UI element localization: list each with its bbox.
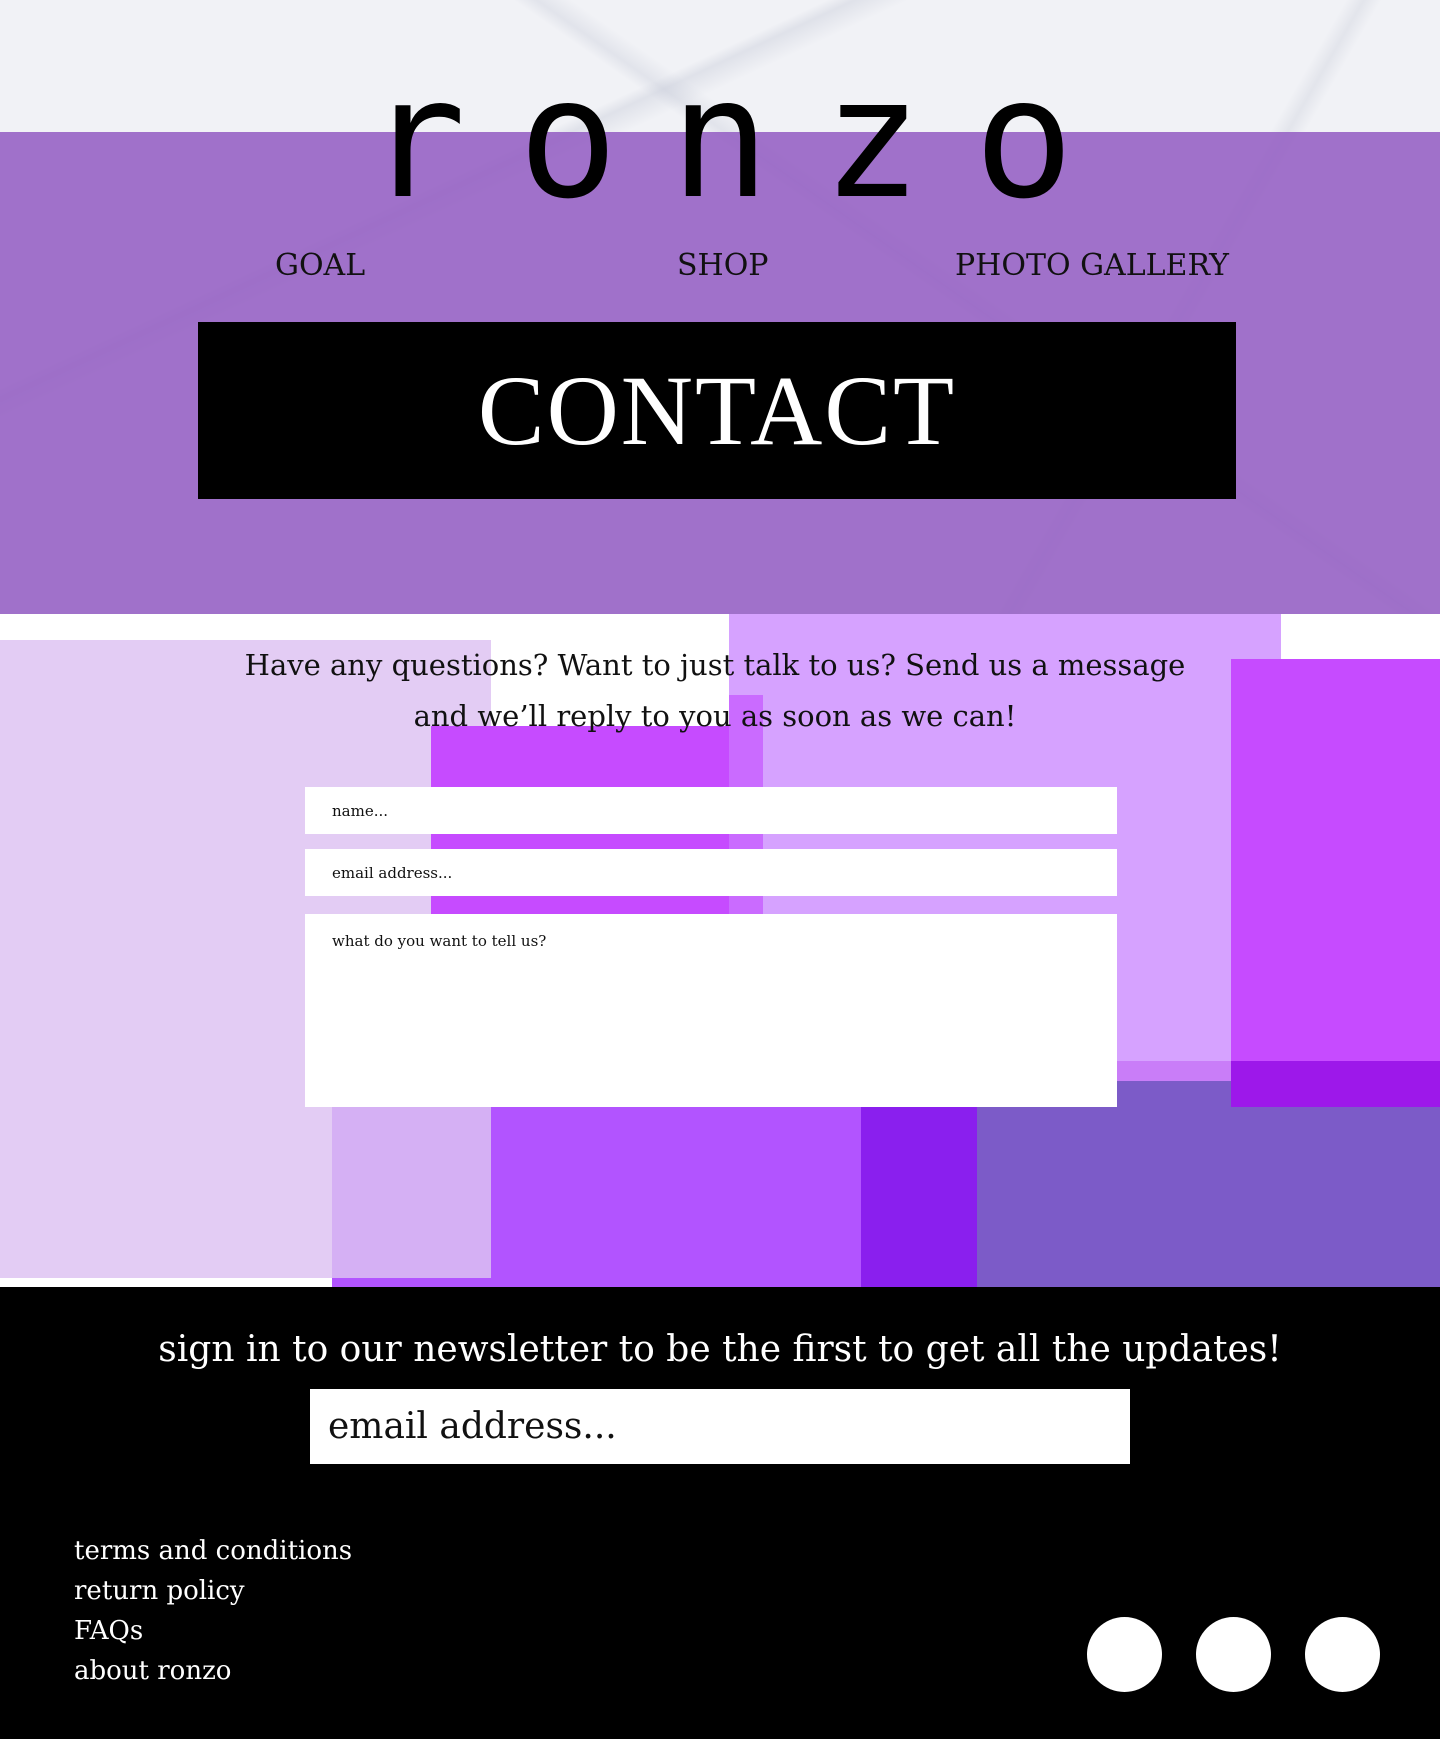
contact-intro: Have any questions? Want to just talk to… bbox=[200, 640, 1230, 742]
footer-link-faqs[interactable]: FAQs bbox=[74, 1613, 143, 1649]
newsletter-email-input[interactable] bbox=[310, 1389, 1130, 1464]
decor-block bbox=[1231, 1061, 1440, 1107]
decor-block bbox=[1117, 1061, 1231, 1081]
message-field[interactable] bbox=[305, 914, 1117, 1107]
footer-link-about[interactable]: about ronzo bbox=[74, 1653, 231, 1689]
nav-shop[interactable]: SHOP bbox=[677, 246, 769, 286]
email-field[interactable] bbox=[305, 849, 1117, 896]
decor-block bbox=[977, 1081, 1440, 1287]
social-icon[interactable] bbox=[1305, 1617, 1380, 1692]
page-title: CONTACT bbox=[477, 355, 957, 466]
decor-block bbox=[332, 1278, 491, 1287]
contact-banner: CONTACT bbox=[198, 322, 1236, 499]
name-field[interactable] bbox=[305, 787, 1117, 834]
social-icon[interactable] bbox=[1087, 1617, 1162, 1692]
footer-link-return-policy[interactable]: return policy bbox=[74, 1573, 245, 1609]
contact-intro-line: and we’ll reply to you as soon as we can… bbox=[413, 699, 1017, 733]
social-icon[interactable] bbox=[1196, 1617, 1271, 1692]
decor-block bbox=[1231, 659, 1440, 1061]
newsletter-text: sign in to our newsletter to be the firs… bbox=[158, 1329, 1282, 1370]
nav-goal[interactable]: GOAL bbox=[275, 246, 365, 286]
brand-logo[interactable]: ronzo bbox=[0, 50, 1440, 230]
footer-link-terms[interactable]: terms and conditions bbox=[74, 1533, 352, 1569]
nav-photo-gallery[interactable]: PHOTO GALLERY bbox=[955, 246, 1229, 286]
contact-intro-line: Have any questions? Want to just talk to… bbox=[244, 648, 1186, 682]
